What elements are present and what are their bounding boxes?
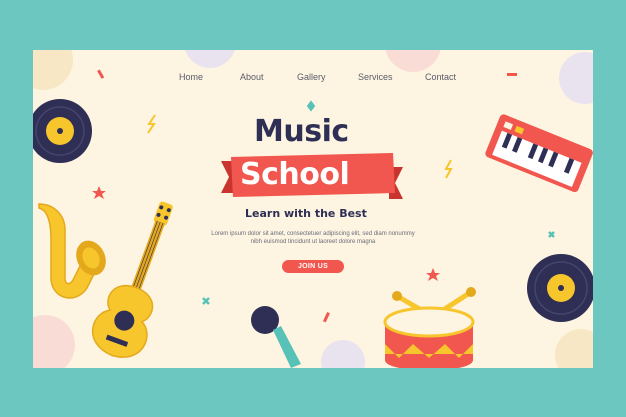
join-us-button[interactable]: JOIN US	[282, 260, 344, 273]
hero-tagline: Learn with the Best	[245, 207, 367, 220]
hero-description: Lorem ipsum dolor sit amet, consectetuer…	[211, 231, 415, 245]
landing-page: Home About Gallery Services Contact Musi…	[33, 50, 593, 368]
hero-title-line2: School	[240, 157, 350, 192]
hero-title-line1: Music	[254, 114, 349, 149]
